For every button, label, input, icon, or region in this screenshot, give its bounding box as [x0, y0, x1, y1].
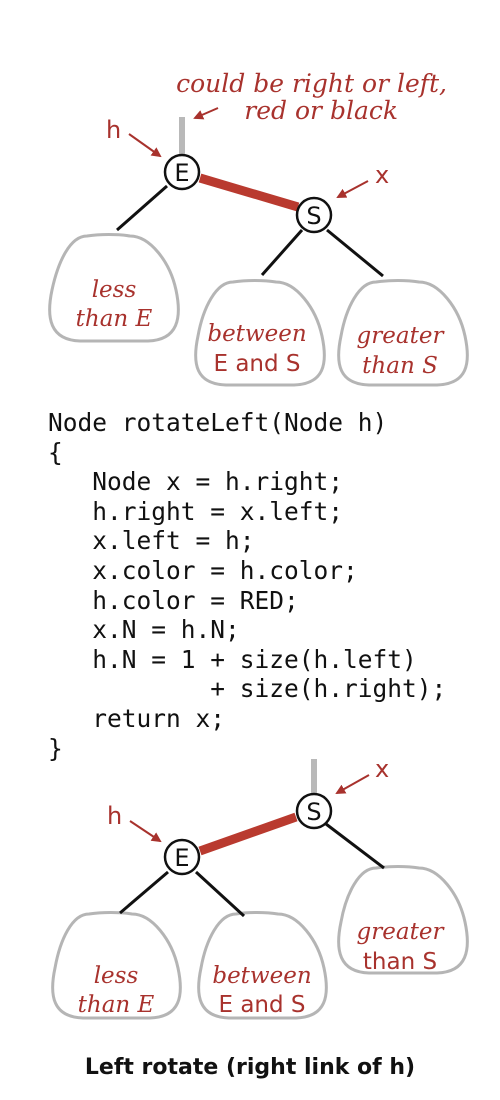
top-note-arrow — [193, 107, 219, 120]
bottom-subtree-right-line2: than S — [363, 949, 437, 975]
code-line: + size(h.right); — [48, 674, 447, 704]
top-x-label: x — [375, 161, 389, 189]
bottom-red-link — [198, 812, 298, 856]
top-h-arrow — [128, 133, 162, 158]
top-subtree-left-line1: less — [92, 277, 137, 303]
top-note-line2: red or black — [244, 96, 398, 125]
bottom-node-e-label: E — [174, 844, 189, 872]
code-line: Node rotateLeft(Node h) — [48, 408, 388, 437]
code-line: x.N = h.N; — [48, 615, 240, 645]
code-line: h.color = RED; — [48, 585, 299, 615]
bottom-link-s-right — [325, 822, 385, 870]
bottom-subtree-left-line2: than E — [78, 992, 155, 1018]
top-subtree-middle-line2: E and S — [213, 351, 300, 377]
top-node-e-label: E — [174, 159, 189, 187]
top-subtree-right-line1: greater — [357, 323, 446, 349]
top-subtree-left-line2: than E — [76, 306, 153, 332]
figure-caption: Left rotate (right link of h) — [84, 1055, 416, 1080]
bottom-node-s-label: S — [306, 798, 321, 826]
code-line: h.N = 1 + size(h.left) — [48, 644, 417, 674]
bottom-subtree-left-line1: less — [94, 963, 139, 989]
code-line: h.right = x.left; — [48, 496, 344, 526]
code-line: { — [48, 437, 63, 467]
bottom-subtree-middle-line2: E and S — [218, 992, 305, 1018]
top-x-arrow — [336, 180, 369, 198]
top-diagram: E S could be right or left, red or black… — [48, 69, 469, 387]
code-line: return x; — [48, 703, 226, 733]
bottom-subtree-middle-line1: between — [212, 963, 311, 989]
top-note-line1: could be right or left, — [176, 69, 447, 98]
bottom-subtree-right-line1: greater — [357, 919, 446, 945]
top-node-s-label: S — [306, 202, 321, 230]
top-link-e-left — [116, 184, 168, 232]
top-subtree-middle-line1: between — [207, 321, 306, 347]
bottom-link-e-left — [119, 870, 169, 915]
top-link-s-right — [326, 228, 384, 278]
rotate-left-code: Node rotateLeft(Node h){ Node x = h.righ… — [48, 408, 446, 763]
bottom-h-arrow — [129, 820, 162, 843]
bottom-x-arrow — [335, 774, 370, 794]
top-h-label: h — [106, 116, 121, 144]
bottom-diagram: S E h x less than E between E and S grea… — [51, 755, 469, 1020]
code-line: Node x = h.right; — [48, 467, 344, 497]
bottom-h-label: h — [107, 802, 122, 830]
code-line: x.color = h.color; — [48, 555, 358, 585]
top-subtree-right-line2: than S — [362, 353, 438, 379]
top-link-s-left — [260, 229, 304, 276]
code-line: } — [48, 733, 63, 763]
top-red-link — [198, 173, 300, 212]
bottom-link-e-right — [194, 870, 246, 918]
code-line: x.left = h; — [48, 526, 255, 556]
